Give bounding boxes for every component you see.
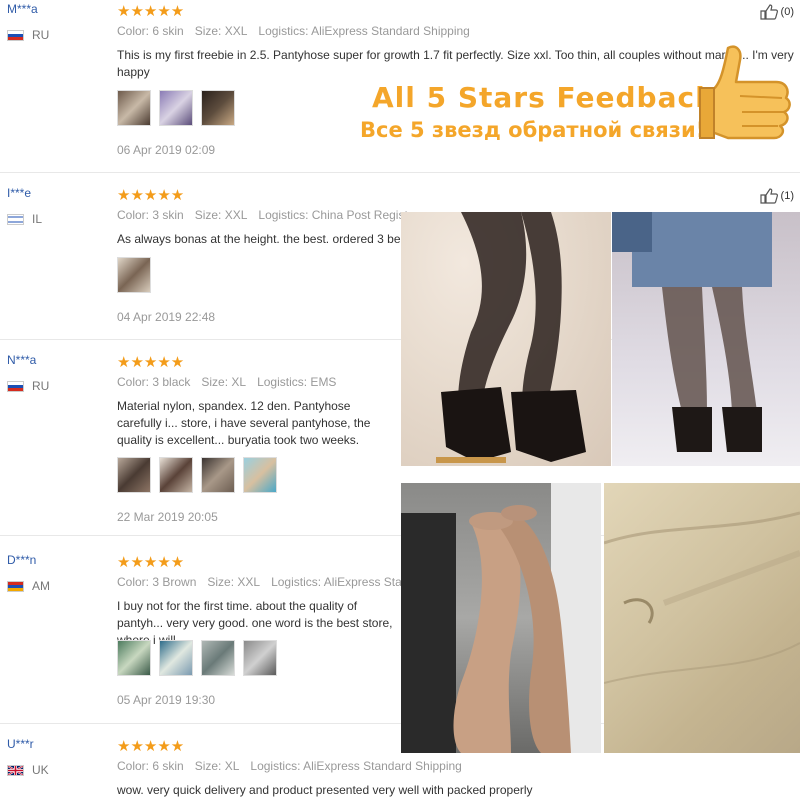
review-photo-thumb[interactable] (159, 457, 193, 493)
reviewer-country: UK (7, 763, 49, 777)
reviewer-country: IL (7, 212, 42, 226)
helpful-button[interactable]: (1) (759, 188, 794, 204)
helpful-button[interactable]: (0) (759, 4, 794, 20)
review-photo-thumb[interactable] (201, 457, 235, 493)
review-date: 22 Mar 2019 20:05 (117, 510, 218, 524)
rating-stars: ★★★★★ (117, 3, 185, 20)
review-photo-thumb[interactable] (117, 257, 151, 293)
rating-stars: ★★★★★ (117, 554, 185, 571)
rating-stars: ★★★★★ (117, 354, 185, 371)
review-photo-thumb[interactable] (117, 457, 151, 493)
rating-stars: ★★★★★ (117, 187, 185, 204)
thumbs-up-icon (759, 4, 778, 20)
feedback-banner-subtitle: Все 5 звезд обратной связи! (360, 118, 706, 142)
reviewer-country: RU (7, 379, 49, 393)
rating-stars: ★★★★★ (117, 738, 185, 755)
review-photo-thumb[interactable] (243, 640, 277, 676)
product-photo-fabric-closeup (604, 483, 800, 753)
review-date: 05 Apr 2019 19:30 (117, 693, 216, 707)
reviewer-name[interactable]: M***a (7, 2, 38, 16)
review-photos (117, 257, 151, 293)
feedback-banner-title: All 5 Stars Feedback (372, 81, 715, 114)
review-photo-thumb[interactable] (201, 640, 235, 676)
reviewer-country: RU (7, 28, 49, 42)
review-photo-thumb[interactable] (201, 90, 235, 126)
flag-am-icon (7, 580, 24, 592)
review-photos (117, 457, 277, 493)
reviewer-name[interactable]: N***a (7, 353, 36, 367)
review-photos (117, 640, 277, 676)
reviewer-name[interactable]: D***n (7, 553, 36, 567)
reviewer-name[interactable]: U***r (7, 737, 34, 751)
flag-il-icon (7, 213, 24, 225)
reviewer-name[interactable]: I***e (7, 186, 31, 200)
review-photos (117, 90, 235, 126)
review-photo-thumb[interactable] (243, 457, 277, 493)
reviewer-country: AM (7, 579, 50, 593)
flag-ru-icon (7, 380, 24, 392)
review-meta: Color: 6 skin Size: XL Logistics: AliExpre… (117, 759, 462, 773)
review-meta: Color: 3 skin Size: XXL Logistics: China P… (117, 208, 428, 222)
review-photo-thumb[interactable] (117, 90, 151, 126)
review-photo-thumb[interactable] (159, 90, 193, 126)
review-meta: Color: 6 skin Size: XXL Logistics: AliExpr… (117, 24, 470, 38)
review-photo-thumb[interactable] (117, 640, 151, 676)
thumbs-up-icon (759, 188, 778, 204)
review-text: wow. very quick delivery and product pre… (117, 783, 533, 797)
product-photo-black-legs (401, 212, 611, 466)
review-photo-thumb[interactable] (159, 640, 193, 676)
review-meta: Color: 3 black Size: XL Logistics: EMS (117, 375, 337, 389)
product-photo-nude-legs (401, 483, 601, 753)
review-date: 04 Apr 2019 22:48 (117, 310, 216, 324)
big-thumbs-up-icon (699, 45, 791, 140)
flag-uk-icon (7, 764, 24, 776)
product-photo-denim-skirt (612, 212, 800, 466)
flag-ru-icon (7, 29, 24, 41)
review-text: This is my first freebie in 2.5. Pantyho… (117, 48, 794, 79)
review-meta: Color: 3 Brown Size: XXL Logistics: AliExp… (117, 575, 426, 589)
review-date: 06 Apr 2019 02:09 (117, 143, 216, 157)
review-text: Material nylon, spandex. 12 den. Pantyho… (117, 399, 371, 447)
